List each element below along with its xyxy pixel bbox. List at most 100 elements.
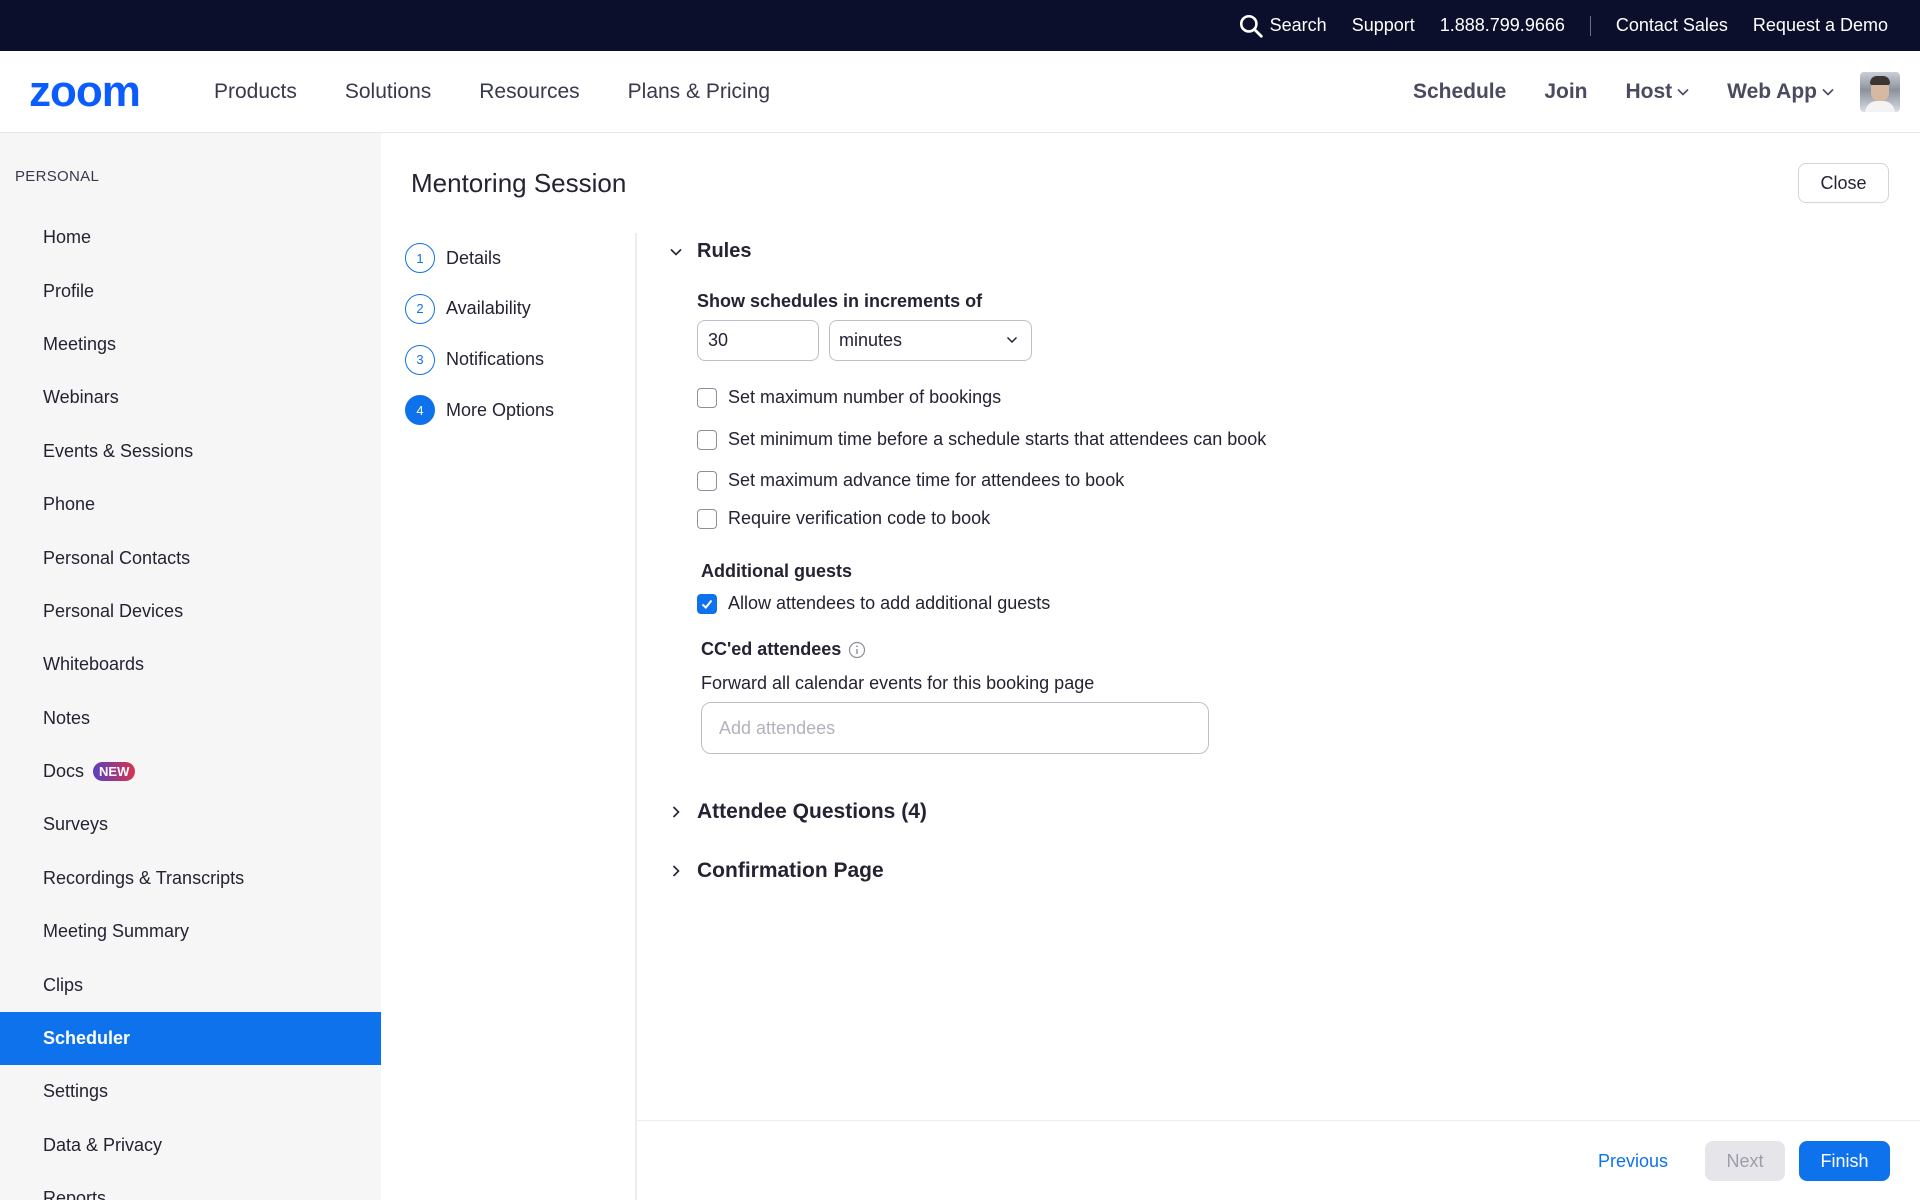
sidebar-item-label: Clips <box>43 974 84 995</box>
sidebar-item-data-privacy[interactable]: Data & Privacy <box>0 1119 381 1172</box>
search-icon <box>1239 14 1263 38</box>
next-button[interactable]: Next <box>1705 1141 1785 1181</box>
sidebar-item-settings[interactable]: Settings <box>0 1065 381 1118</box>
step-label: Notifications <box>446 349 545 370</box>
attendee-questions-toggle[interactable]: Attendee Questions (4) <box>668 800 927 824</box>
wizard-footer: Previous Next Finish <box>637 1120 1920 1200</box>
previous-button[interactable]: Previous <box>1586 1141 1680 1181</box>
nav-products[interactable]: Products <box>214 80 297 104</box>
increments-label: Show schedules in increments of <box>697 291 983 311</box>
sidebar-item-label: Webinars <box>43 387 119 408</box>
sidebar-item-meetings[interactable]: Meetings <box>0 318 381 371</box>
sidebar-item-phone[interactable]: Phone <box>0 478 381 531</box>
sidebar-item-label: Profile <box>43 280 95 301</box>
nav-resources[interactable]: Resources <box>479 80 579 104</box>
nav-host-dropdown[interactable]: Host <box>1626 80 1690 104</box>
sidebar-item-recordings-transcripts[interactable]: Recordings & Transcripts <box>0 852 381 905</box>
increment-unit-value: minutes <box>839 330 903 350</box>
step-number: 3 <box>405 344 435 375</box>
sidebar: PERSONAL Home Profile Meetings Webinars … <box>0 133 381 1200</box>
search-link[interactable]: Search <box>1238 13 1327 39</box>
sidebar-item-label: Surveys <box>43 814 109 835</box>
sidebar-item-label: Meetings <box>43 333 117 354</box>
checkbox-box[interactable] <box>697 387 717 408</box>
cc-attendees-label: CC'ed attendees <box>701 639 842 659</box>
sidebar-item-reports[interactable]: Reports <box>0 1172 381 1200</box>
search-label: Search <box>1269 15 1327 35</box>
info-icon[interactable] <box>848 641 866 659</box>
sidebar-item-personal-contacts[interactable]: Personal Contacts <box>0 531 381 584</box>
additional-guests-label: Additional guests <box>701 561 853 581</box>
max-advance-time-checkbox[interactable]: Set maximum advance time for attendees t… <box>697 470 1124 491</box>
avatar-hair <box>1870 76 1890 85</box>
checkbox-box[interactable] <box>697 593 717 614</box>
min-time-before-checkbox[interactable]: Set minimum time before a schedule start… <box>697 429 1266 450</box>
sidebar-item-profile[interactable]: Profile <box>0 264 381 317</box>
new-badge: NEW <box>93 762 136 782</box>
chevron-right-icon <box>672 806 680 818</box>
sidebar-item-notes[interactable]: Notes <box>0 692 381 745</box>
zoom-logo[interactable]: zoom <box>29 73 170 111</box>
user-avatar[interactable] <box>1860 72 1900 112</box>
sidebar-item-label: Data & Privacy <box>43 1134 163 1155</box>
sidebar-item-label: Docs <box>43 761 85 782</box>
sidebar-item-label: Events & Sessions <box>43 440 194 461</box>
step-number: 4 <box>405 395 435 426</box>
close-button[interactable]: Close <box>1798 163 1889 203</box>
nav-schedule[interactable]: Schedule <box>1413 80 1506 104</box>
checkmark-icon <box>701 599 713 609</box>
step-notifications[interactable]: 3 Notifications <box>405 344 554 375</box>
step-number: 1 <box>405 243 435 273</box>
main-navigation: zoom Products Solutions Resources Plans … <box>0 51 1920 133</box>
sidebar-item-meeting-summary[interactable]: Meeting Summary <box>0 905 381 958</box>
nav-web-app-dropdown[interactable]: Web App <box>1727 80 1834 104</box>
nav-solutions[interactable]: Solutions <box>345 80 431 104</box>
sidebar-item-home[interactable]: Home <box>0 211 381 264</box>
checkbox-label: Require verification code to book <box>728 508 991 528</box>
checkbox-label: Set minimum time before a schedule start… <box>728 429 1267 449</box>
nav-join[interactable]: Join <box>1544 80 1587 104</box>
cc-attendees-heading: CC'ed attendees <box>701 639 866 660</box>
increment-value-input[interactable] <box>697 320 819 361</box>
request-demo-link[interactable]: Request a Demo <box>1753 15 1888 36</box>
checkbox-box[interactable] <box>697 508 717 529</box>
sidebar-item-events-sessions[interactable]: Events & Sessions <box>0 425 381 478</box>
sidebar-item-webinars[interactable]: Webinars <box>0 371 381 424</box>
sidebar-item-whiteboards[interactable]: Whiteboards <box>0 638 381 691</box>
nav-plans-pricing[interactable]: Plans & Pricing <box>628 80 770 104</box>
sidebar-item-surveys[interactable]: Surveys <box>0 798 381 851</box>
vertical-divider <box>635 233 637 1200</box>
rules-section-toggle[interactable]: Rules <box>668 240 751 263</box>
sidebar-item-personal-devices[interactable]: Personal Devices <box>0 585 381 638</box>
checkbox-box[interactable] <box>697 429 717 450</box>
sidebar-item-label: Meeting Summary <box>43 921 190 942</box>
page-title: Mentoring Session <box>411 168 627 198</box>
sidebar-item-docs[interactable]: Docs NEW <box>0 745 381 798</box>
sidebar-item-label: Settings <box>43 1081 109 1102</box>
top-utility-bar: Search Support 1.888.799.9666 Contact Sa… <box>0 0 1920 51</box>
sidebar-item-label: Scheduler <box>43 1028 131 1049</box>
confirmation-page-title: Confirmation Page <box>697 859 884 882</box>
support-link[interactable]: Support <box>1352 15 1415 36</box>
max-bookings-checkbox[interactable]: Set maximum number of bookings <box>697 387 1001 408</box>
step-availability[interactable]: 2 Availability <box>405 293 554 324</box>
verification-code-checkbox[interactable]: Require verification code to book <box>697 508 990 529</box>
sidebar-item-clips[interactable]: Clips <box>0 958 381 1011</box>
chevron-right-icon <box>672 865 680 877</box>
nav-host-label: Host <box>1625 80 1673 103</box>
add-attendees-input[interactable] <box>701 702 1209 754</box>
contact-sales-link[interactable]: Contact Sales <box>1616 15 1728 36</box>
step-label: More Options <box>446 399 555 420</box>
finish-button[interactable]: Finish <box>1799 1141 1890 1181</box>
checkbox-box[interactable] <box>697 470 717 491</box>
phone-link[interactable]: 1.888.799.9666 <box>1440 15 1565 36</box>
sidebar-section-title: PERSONAL <box>15 168 100 185</box>
step-details[interactable]: 1 Details <box>405 243 554 273</box>
allow-guests-checkbox[interactable]: Allow attendees to add additional guests <box>697 593 1050 614</box>
step-more-options[interactable]: 4 More Options <box>405 395 555 426</box>
cc-attendees-description: Forward all calendar events for this boo… <box>701 673 1095 693</box>
increment-unit-select[interactable]: minutes <box>829 320 1032 361</box>
confirmation-page-toggle[interactable]: Confirmation Page <box>668 859 884 883</box>
sidebar-item-scheduler[interactable]: Scheduler <box>0 1011 381 1066</box>
svg-text:zoom: zoom <box>29 73 140 111</box>
